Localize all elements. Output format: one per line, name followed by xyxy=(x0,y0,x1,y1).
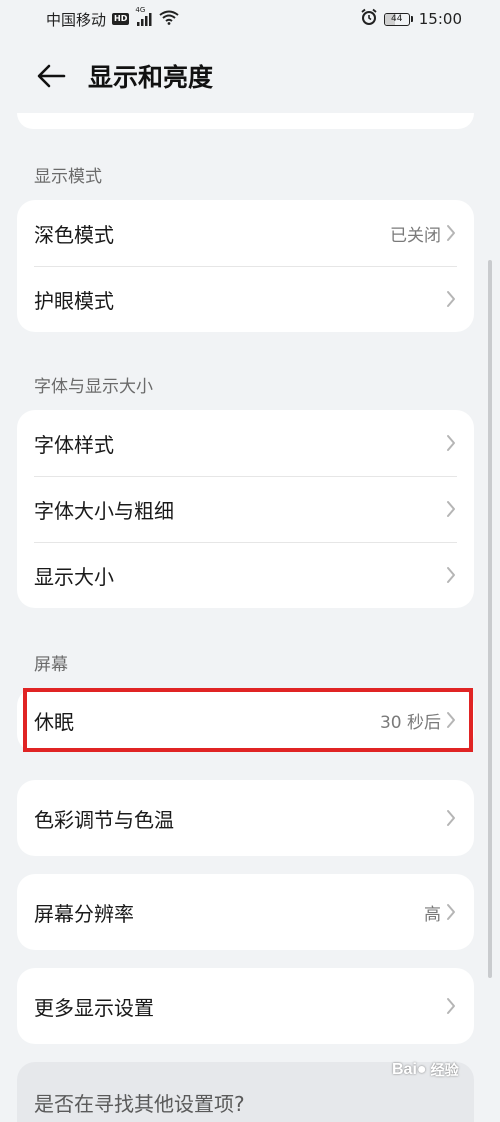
resolution-card: 屏幕分辨率 高 xyxy=(17,874,474,950)
status-left: 中国移动 HD 4G xyxy=(46,6,179,30)
display-mode-card: 深色模式 已关闭 护眼模式 xyxy=(17,200,474,332)
carrier-name: 中国移动 xyxy=(46,10,107,29)
chevron-right-icon xyxy=(445,499,457,519)
battery-level: 44 xyxy=(391,13,403,24)
chevron-right-icon xyxy=(445,710,457,730)
font-style-label: 字体样式 xyxy=(34,432,114,457)
font-display-card: 字体样式 字体大小与粗细 显示大小 xyxy=(17,410,474,608)
chevron-right-icon xyxy=(445,223,457,243)
color-temperature-item[interactable]: 色彩调节与色温 xyxy=(17,780,474,856)
network-type: 4G xyxy=(135,6,146,14)
dark-mode-value: 已关闭 xyxy=(390,225,441,246)
battery-icon: 44 xyxy=(383,12,413,26)
back-arrow-icon xyxy=(37,64,66,88)
font-style-item[interactable]: 字体样式 xyxy=(17,410,474,476)
chevron-right-icon xyxy=(445,808,457,828)
alarm-icon xyxy=(360,8,378,30)
color-card: 色彩调节与色温 xyxy=(17,780,474,856)
sleep-item[interactable]: 休眠 30 秒后 xyxy=(17,688,474,752)
eye-comfort-label: 护眼模式 xyxy=(34,288,114,313)
baidu-logo-icon: Bai● xyxy=(392,1061,427,1078)
resolution-label: 屏幕分辨率 xyxy=(34,901,134,926)
scrollbar[interactable] xyxy=(488,260,492,978)
watermark-text: 经验 xyxy=(430,1063,459,1079)
sleep-label: 休眠 xyxy=(34,709,74,734)
font-size-weight-label: 字体大小与粗细 xyxy=(34,498,174,523)
watermark: Bai● 经验 xyxy=(392,1060,459,1080)
section-label-screen: 屏幕 xyxy=(34,655,68,675)
status-right: 44 15:00 xyxy=(360,8,462,30)
resolution-item[interactable]: 屏幕分辨率 高 xyxy=(17,874,474,950)
header: 显示和亮度 xyxy=(0,48,500,104)
color-temperature-label: 色彩调节与色温 xyxy=(34,807,174,832)
eye-comfort-item[interactable]: 护眼模式 xyxy=(17,266,474,332)
chevron-right-icon xyxy=(445,565,457,585)
dark-mode-item[interactable]: 深色模式 已关闭 xyxy=(17,200,474,266)
display-size-label: 显示大小 xyxy=(34,564,114,589)
more-display-card: 更多显示设置 xyxy=(17,968,474,1044)
wifi-icon xyxy=(159,10,179,29)
hd-badge: HD xyxy=(112,13,130,25)
search-suggestion-text: 是否在寻找其他设置项? xyxy=(34,1092,245,1116)
section-label-display-mode: 显示模式 xyxy=(34,167,102,187)
chevron-right-icon xyxy=(445,902,457,922)
sleep-card: 休眠 30 秒后 xyxy=(17,688,474,752)
status-bar: 中国移动 HD 4G 44 15:00 xyxy=(0,0,500,38)
back-button[interactable] xyxy=(26,51,76,101)
dark-mode-label: 深色模式 xyxy=(34,222,114,247)
chevron-right-icon xyxy=(445,433,457,453)
signal-icon: 4G xyxy=(135,6,153,26)
clock: 15:00 xyxy=(418,10,462,28)
section-label-font-display: 字体与显示大小 xyxy=(34,377,153,397)
more-display-settings-label: 更多显示设置 xyxy=(34,995,154,1020)
resolution-value: 高 xyxy=(424,904,441,925)
page-title: 显示和亮度 xyxy=(88,63,214,92)
sleep-value: 30 秒后 xyxy=(379,712,441,733)
more-display-settings-item[interactable]: 更多显示设置 xyxy=(17,968,474,1044)
display-size-item[interactable]: 显示大小 xyxy=(17,542,474,608)
font-size-weight-item[interactable]: 字体大小与粗细 xyxy=(17,476,474,542)
chevron-right-icon xyxy=(445,289,457,309)
chevron-right-icon xyxy=(445,996,457,1016)
previous-card-edge xyxy=(17,113,474,129)
